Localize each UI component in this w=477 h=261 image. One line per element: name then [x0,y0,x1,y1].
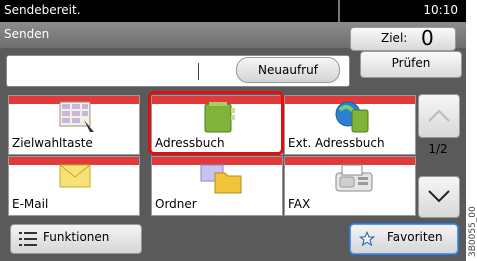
fax-icon [335,164,373,192]
page-indicator: 1/2 [428,142,448,156]
favorites-button[interactable]: Favoriten [350,224,458,254]
tile-label: Ordner [155,197,197,211]
chevron-down-icon [428,190,450,203]
tile-label: FAX [288,197,311,211]
tile-external-address-book[interactable]: Ext. Adressbuch [284,95,416,155]
functions-label: Funktionen [43,230,110,244]
list-icon [19,232,37,246]
selection-highlight [148,91,284,155]
external-address-book-icon [335,101,369,133]
figure-code: 3B0055_00 [468,195,477,257]
tile-label: Ext. Adressbuch [288,136,385,150]
tile-folder[interactable]: Ordner [151,156,283,216]
speed-dial-icon [59,101,94,132]
tile-speed-dial[interactable]: Zielwahltaste [8,95,140,155]
clock: 10:10 [423,3,458,17]
status-separator [338,0,340,22]
tile-label: Zielwahltaste [12,136,93,150]
chevron-up-icon [428,109,450,122]
favorites-label: Favoriten [387,230,443,244]
status-message: Sendebereit. [4,3,81,17]
recall-button[interactable]: Neuaufruf [236,57,340,83]
functions-button[interactable]: Funktionen [10,224,142,254]
destination-count: 0 [421,26,434,50]
text-cursor [198,63,199,80]
email-icon [59,164,91,188]
destination-label: Ziel: [381,31,408,45]
status-bar: Sendebereit. 10:10 [0,0,466,22]
star-icon [359,231,375,247]
check-button[interactable]: Prüfen [360,51,462,78]
screen-title: Senden [4,27,50,41]
tile-fax[interactable]: FAX [284,156,416,216]
scroll-up-button[interactable] [418,94,460,138]
tile-email[interactable]: E-Mail [8,156,140,216]
figure-code-text: 3B0055_00 [468,206,477,257]
destination-counter: Ziel: 0 [350,26,456,51]
tile-label: E-Mail [12,197,49,211]
send-screen: Sendebereit. 10:10 Senden Ziel: 0 Neuauf… [0,0,466,261]
folder-icon [200,164,242,194]
scroll-down-button[interactable] [418,176,460,218]
